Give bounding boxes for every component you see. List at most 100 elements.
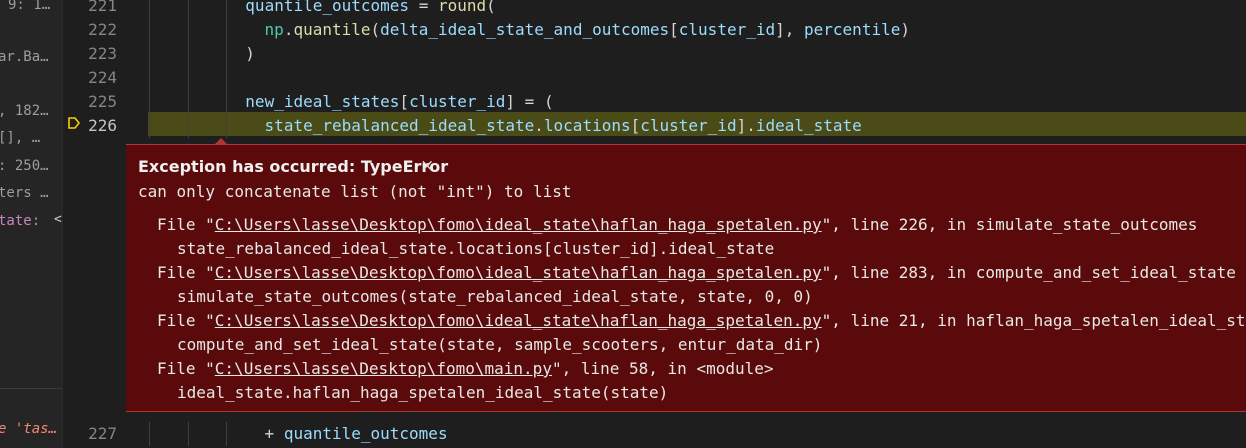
- code-token: (: [486, 0, 496, 15]
- code-token: cluster_id: [678, 20, 776, 39]
- code-token: [: [399, 92, 410, 111]
- traceback-prefix: File ": [157, 359, 215, 378]
- debug-variables-panel: 9: 1… ar.Ba… , 182… [], … : 250… ters … …: [0, 0, 63, 448]
- traceback-prefix: File ": [157, 215, 215, 234]
- line-number[interactable]: 226: [63, 114, 117, 138]
- traceback-frame: File "C:\Users\lasse\Desktop\fomo\ideal_…: [157, 261, 1236, 285]
- indent-guide: [226, 42, 228, 66]
- indent-guide: [149, 0, 150, 18]
- traceback-code: compute_and_set_ideal_state(state, sampl…: [177, 335, 823, 354]
- code-line[interactable]: 226 state_rebalanced_ideal_state.location…: [63, 114, 1246, 138]
- code-token: [: [669, 20, 679, 39]
- code-line[interactable]: 221 quantile_outcomes = round(: [63, 0, 1246, 18]
- code-token: delta_ideal_state_and_outcomes: [380, 20, 670, 39]
- variable-row[interactable]: 9: 1…: [8, 0, 50, 14]
- indent-guide: [149, 18, 150, 42]
- code-line[interactable]: 222 np.quantile(delta_ideal_state_and_out…: [63, 18, 1246, 42]
- code-token: round: [437, 0, 487, 15]
- file-path-link[interactable]: C:\Users\lasse\Desktop\fomo\ideal_state\…: [215, 311, 822, 330]
- exception-message: can only concatenate list (not "int") to…: [138, 182, 572, 201]
- indent-guide: [187, 114, 189, 138]
- traceback-prefix: File ": [157, 263, 215, 282]
- indent-guide: [187, 0, 189, 18]
- variable-row[interactable]: ar.Ba…: [0, 48, 49, 66]
- code-token: (: [543, 92, 554, 111]
- variable-row[interactable]: : 250…: [0, 157, 49, 175]
- code-token: np: [264, 20, 284, 39]
- code-line[interactable]: 225 new_ideal_states[cluster_id] = (: [63, 90, 1246, 114]
- indent-guide: [187, 422, 189, 446]
- panel-divider: [0, 388, 62, 389]
- traceback-code: simulate_state_outcomes(state_rebalanced…: [177, 287, 813, 306]
- code-token: ].: [736, 116, 756, 135]
- code-token: ): [900, 20, 910, 39]
- exception-pointer: [214, 138, 228, 145]
- expand-chevron-icon[interactable]: <: [54, 212, 62, 227]
- close-icon[interactable]: ×: [420, 156, 434, 176]
- line-number[interactable]: 225: [63, 90, 117, 114]
- code-text: state_rebalanced_ideal_state.locations[c…: [265, 114, 862, 138]
- traceback-code: ideal_state.haflan_haga_spetalen_ideal_s…: [177, 383, 669, 402]
- line-number[interactable]: 227: [63, 422, 117, 446]
- traceback-location: ", line 283, in compute_and_set_ideal_st…: [821, 263, 1236, 282]
- line-number[interactable]: 221: [63, 0, 117, 18]
- code-token: (: [370, 20, 381, 39]
- code-token: percentile: [804, 20, 901, 39]
- code-text: new_ideal_states[cluster_id] = (: [245, 90, 553, 114]
- indent-guide: [187, 18, 189, 42]
- code-editor[interactable]: 221 quantile_outcomes = round(222 np.quant…: [63, 0, 1246, 448]
- code-text: + quantile_outcomes: [265, 422, 448, 446]
- code-line[interactable]: 223): [63, 42, 1246, 66]
- code-token: .: [283, 20, 294, 39]
- traceback-frame: File "C:\Users\lasse\Desktop\fomo\ideal_…: [157, 213, 1197, 237]
- code-token: .: [534, 116, 544, 135]
- code-text: quantile_outcomes = round(: [245, 0, 495, 18]
- code-token: locations: [543, 116, 631, 135]
- line-number[interactable]: 224: [63, 66, 117, 90]
- indent-guide: [226, 66, 228, 90]
- code-token: =: [409, 0, 438, 15]
- indent-guide: [226, 18, 228, 42]
- code-token: ): [245, 44, 255, 63]
- indent-guide: [149, 422, 150, 446]
- indent-guide: [149, 114, 150, 138]
- code-token: ],: [775, 20, 805, 39]
- variable-row-state[interactable]: tate:: [0, 212, 40, 230]
- code-line[interactable]: 224: [63, 66, 1246, 90]
- code-token: +: [264, 424, 284, 443]
- indent-guide: [149, 42, 150, 66]
- traceback-frame: File "C:\Users\lasse\Desktop\fomo\ideal_…: [157, 309, 1246, 333]
- file-path-link[interactable]: C:\Users\lasse\Desktop\fomo\ideal_state\…: [215, 263, 822, 282]
- file-path-link[interactable]: C:\Users\lasse\Desktop\fomo\main.py: [215, 359, 552, 378]
- indent-guide: [187, 66, 189, 90]
- file-path-link[interactable]: C:\Users\lasse\Desktop\fomo\ideal_state\…: [215, 215, 822, 234]
- code-token: =: [515, 92, 544, 111]
- variable-row[interactable]: ters …: [0, 184, 49, 202]
- exception-title: Exception has occurred: TypeError: [138, 157, 449, 176]
- code-token: ]: [505, 92, 516, 111]
- code-line[interactable]: 227 + quantile_outcomes: [63, 422, 1246, 446]
- variable-row[interactable]: [], …: [0, 129, 40, 147]
- line-number[interactable]: 222: [63, 18, 117, 42]
- traceback-location: ", line 58, in <module>: [551, 359, 774, 378]
- code-token: [: [630, 116, 641, 135]
- breakpoint-condition-row[interactable]: e 'tas…: [0, 420, 57, 438]
- variable-row[interactable]: , 182…: [0, 102, 49, 120]
- code-text: ): [245, 42, 255, 66]
- traceback-prefix: File ": [157, 311, 215, 330]
- traceback-location: ", line 21, in haflan_haga_spetalen_idea…: [821, 311, 1246, 330]
- indent-guide: [149, 66, 150, 90]
- indent-guide: [187, 90, 189, 114]
- code-text: np.quantile(delta_ideal_state_and_outcom…: [265, 18, 910, 42]
- exception-widget: Exception has occurred: TypeError × can …: [126, 138, 1246, 412]
- indent-guide: [226, 114, 228, 138]
- code-token: state_rebalanced_ideal_state: [264, 116, 535, 135]
- code-token: ideal_state: [755, 116, 862, 135]
- indent-guide: [226, 0, 228, 18]
- traceback-frame: File "C:\Users\lasse\Desktop\fomo\main.p…: [157, 357, 774, 381]
- code-token: quantile_outcomes: [283, 424, 448, 443]
- code-token: quantile: [293, 20, 371, 39]
- line-number[interactable]: 223: [63, 42, 117, 66]
- indent-guide: [187, 42, 189, 66]
- traceback-location: ", line 226, in simulate_state_outcomes: [821, 215, 1198, 234]
